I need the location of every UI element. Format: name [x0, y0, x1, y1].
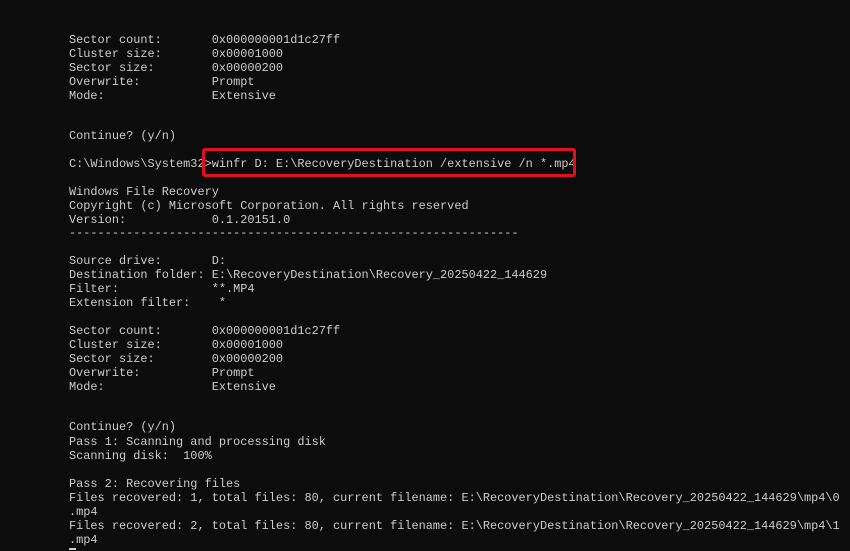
- output-line-overwrite: Overwrite: Prompt: [69, 366, 255, 380]
- continue-prompt: Continue? (y/n): [69, 129, 177, 143]
- continue-prompt: Continue? (y/n): [69, 420, 177, 434]
- pass-1-line: Pass 1: Scanning and processing disk: [69, 435, 326, 449]
- output-line-sector-count: Sector count: 0x000000001d1c27ff: [69, 33, 341, 47]
- output-line-sector-count: Sector count: 0x000000001d1c27ff: [69, 324, 341, 338]
- output-line-mode: Mode: Extensive: [69, 380, 276, 394]
- output-line-sector-size: Sector size: 0x00000200: [69, 352, 284, 366]
- output-line-overwrite: Overwrite: Prompt: [69, 75, 255, 89]
- version-line: Version: 0.1.20151.0: [69, 213, 291, 227]
- recovered-file-line: Files recovered: 1, total files: 80, cur…: [69, 491, 840, 505]
- recovered-file-line: Files recovered: 2, total files: 80, cur…: [69, 519, 840, 533]
- output-line-source-drive: Source drive: D:: [69, 254, 226, 268]
- app-title-line: Windows File Recovery: [69, 185, 219, 199]
- output-line-sector-size: Sector size: 0x00000200: [69, 61, 284, 75]
- output-line-cluster-size: Cluster size: 0x00001000: [69, 338, 284, 352]
- command-highlight-box: [202, 148, 576, 177]
- terminal-window[interactable]: Sector count: 0x000000001d1c27ff Cluster…: [0, 0, 850, 551]
- output-line-extension-filter: Extension filter: *: [69, 296, 226, 310]
- pass-2-line: Pass 2: Recovering files: [69, 477, 241, 491]
- text-cursor: [69, 548, 76, 550]
- copyright-line: Copyright (c) Microsoft Corporation. All…: [69, 199, 469, 213]
- scanning-progress-line: Scanning disk: 100%: [69, 449, 212, 463]
- output-line-cluster-size: Cluster size: 0x00001000: [69, 47, 284, 61]
- separator-line: ----------------------------------------…: [69, 226, 519, 240]
- output-line-filter: Filter: **.MP4: [69, 282, 255, 296]
- recovered-file-line-wrap: .mp4: [69, 533, 98, 547]
- output-line-destination-folder: Destination folder: E:\RecoveryDestinati…: [69, 268, 548, 282]
- output-line-mode: Mode: Extensive: [69, 89, 276, 103]
- recovered-file-line-wrap: .mp4: [69, 505, 98, 519]
